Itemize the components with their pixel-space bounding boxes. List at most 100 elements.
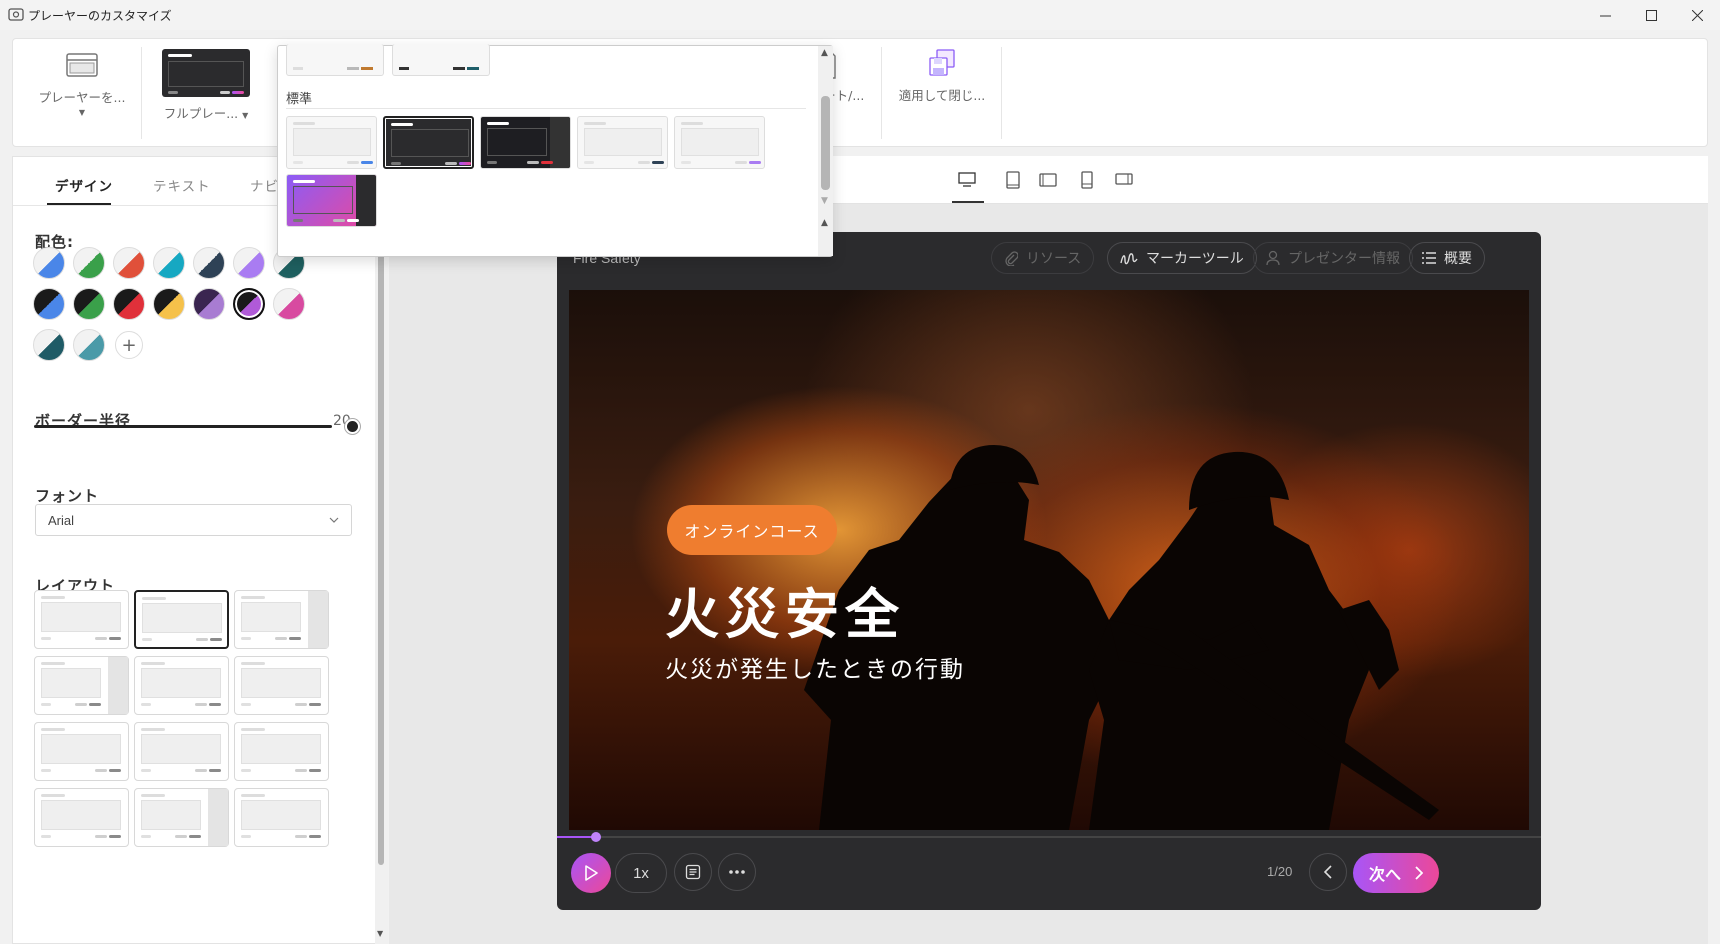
window-title: プレーヤーのカスタマイズ — [28, 9, 172, 23]
theme-dropdown: 標準 ▲ ▼ ▲ — [277, 44, 833, 257]
layout-option[interactable] — [134, 656, 229, 715]
more-button[interactable] — [718, 853, 756, 891]
layout-option[interactable] — [234, 590, 329, 649]
border-radius-slider[interactable] — [34, 425, 332, 428]
layout-option[interactable] — [34, 656, 129, 715]
dropdown-scrollbar[interactable]: ▲ ▼ ▲ — [818, 46, 833, 256]
next-label: 次へ — [1368, 865, 1401, 884]
speed-button[interactable]: 1x — [615, 853, 667, 893]
minimize-icon — [1599, 15, 1611, 16]
previous-button[interactable] — [1309, 853, 1347, 891]
summary-label: 概要 — [1444, 251, 1472, 267]
tablet-landscape-icon[interactable] — [1039, 172, 1057, 188]
close-button[interactable] — [1674, 0, 1720, 30]
theme-thumb-partial[interactable] — [286, 44, 384, 76]
minimize-button[interactable] — [1582, 0, 1628, 30]
maximize-icon — [1645, 9, 1657, 21]
color-swatch[interactable] — [33, 288, 65, 320]
play-button[interactable] — [571, 853, 611, 893]
layout-option[interactable] — [34, 788, 129, 847]
color-swatch[interactable] — [153, 247, 185, 279]
player-button[interactable]: プレーヤーを... ▼ — [27, 39, 137, 148]
tab-text[interactable]: テキスト — [153, 175, 211, 195]
presenter-info-button[interactable]: プレゼンター情報 — [1253, 242, 1413, 274]
color-swatch[interactable] — [113, 288, 145, 320]
color-swatch[interactable] — [153, 288, 185, 320]
theme-option[interactable] — [674, 116, 765, 169]
slide-image: オンラインコース 火災安全 火災が発生したときの行動 — [569, 290, 1529, 830]
layout-option[interactable] — [134, 590, 229, 649]
color-swatch[interactable] — [33, 329, 65, 361]
layout-option[interactable] — [234, 788, 329, 847]
color-swatch[interactable] — [193, 247, 225, 279]
divider — [1001, 47, 1002, 139]
color-swatch[interactable] — [113, 247, 145, 279]
layout-option[interactable] — [234, 722, 329, 781]
active-device-indicator — [952, 201, 984, 203]
chevron-down-icon: ▼ — [242, 111, 249, 120]
tab-navigation[interactable]: ナビ — [250, 175, 279, 195]
maximize-button[interactable] — [1628, 0, 1674, 30]
full-player-button[interactable]: フルプレー... ▼ — [146, 39, 266, 148]
summary-button[interactable]: 概要 — [1409, 242, 1485, 274]
layout-option[interactable] — [34, 590, 129, 649]
more-dots-icon — [729, 870, 745, 874]
color-swatch[interactable] — [233, 247, 265, 279]
scroll-down-arrow-icon[interactable]: ▼ — [821, 196, 828, 206]
progress-handle[interactable] — [591, 832, 602, 842]
resources-label: リソース — [1026, 251, 1082, 267]
scroll-down-arrow-icon[interactable]: ▼ — [377, 929, 383, 938]
slide-subheading: 火災が発生したときの行動 — [665, 657, 965, 683]
full-player-thumbnail — [162, 49, 250, 97]
next-button[interactable]: 次へ — [1353, 853, 1439, 893]
theme-option[interactable] — [286, 174, 377, 227]
firefighters-silhouette — [804, 445, 1439, 830]
scrollbar-thumb[interactable] — [378, 215, 384, 865]
slide-headline: 火災安全 — [665, 583, 905, 646]
add-color-icon[interactable]: + — [115, 331, 143, 359]
theme-option[interactable] — [286, 116, 377, 169]
chevron-down-icon — [329, 517, 339, 523]
resources-button[interactable]: リソース — [991, 242, 1095, 274]
dropdown-scrollbar-thumb[interactable] — [821, 96, 830, 190]
theme-thumb-partial[interactable] — [392, 44, 490, 76]
layout-option[interactable] — [234, 656, 329, 715]
layout-option[interactable] — [134, 722, 229, 781]
color-swatch[interactable] — [33, 247, 65, 279]
color-swatch[interactable] — [73, 329, 105, 361]
color-swatch[interactable] — [73, 288, 105, 320]
save-close-icon — [929, 49, 955, 76]
progress-track[interactable] — [557, 836, 1541, 838]
notes-icon — [685, 864, 701, 880]
scroll-end-arrow-icon[interactable]: ▲ — [821, 218, 828, 228]
scroll-up-arrow-icon[interactable]: ▲ — [821, 48, 828, 58]
play-icon — [585, 865, 598, 881]
list-icon — [1422, 252, 1436, 264]
scrollbar[interactable]: ▼ — [375, 205, 388, 944]
theme-option[interactable] — [480, 116, 571, 169]
notes-button[interactable] — [674, 853, 712, 891]
phone-portrait-icon[interactable] — [1081, 171, 1093, 189]
color-swatch[interactable] — [273, 288, 305, 320]
apply-close-label: 適用して閉じ... — [898, 88, 986, 103]
tab-design[interactable]: デザイン — [55, 175, 113, 195]
phone-landscape-icon[interactable] — [1115, 173, 1133, 185]
layout-option[interactable] — [34, 722, 129, 781]
tablet-portrait-icon[interactable] — [1006, 171, 1020, 189]
color-swatch[interactable] — [233, 288, 265, 320]
desktop-icon[interactable] — [958, 172, 976, 188]
theme-option[interactable] — [577, 116, 668, 169]
font-select[interactable]: Arial — [35, 504, 352, 536]
person-icon — [1266, 250, 1280, 266]
marker-tool-button[interactable]: マーカーツール — [1107, 242, 1257, 274]
paperclip-icon — [1005, 251, 1018, 266]
presenter-info-label: プレゼンター情報 — [1288, 251, 1400, 267]
theme-option[interactable] — [383, 116, 474, 169]
layout-option[interactable] — [134, 788, 229, 847]
chevron-right-icon — [1415, 866, 1423, 880]
color-swatch[interactable] — [73, 247, 105, 279]
slider-handle[interactable] — [345, 419, 360, 434]
chevron-down-icon: ▼ — [78, 108, 86, 117]
color-swatch[interactable] — [193, 288, 225, 320]
apply-close-button[interactable]: 適用して閉じ... — [887, 39, 997, 148]
